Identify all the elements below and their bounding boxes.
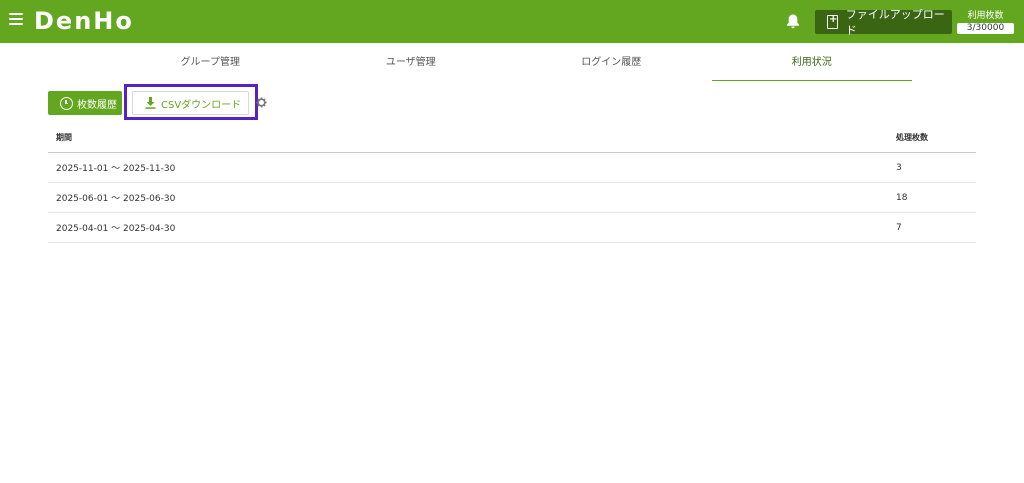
file-upload-icon xyxy=(827,14,838,29)
usage-history-button[interactable]: 枚数履歴 xyxy=(48,91,122,115)
usage-label: 利用枚数 xyxy=(967,11,1004,21)
cell-period: 2025-04-01 〜 2025-04-30 xyxy=(56,224,176,234)
download-icon xyxy=(145,97,156,109)
file-upload-label: ファイルアップロード xyxy=(845,8,945,37)
table-row: 2025-11-01 〜 2025-11-30 3 xyxy=(48,153,976,183)
app-header: DenHo ファイルアップロード 利用枚数 3/30000 xyxy=(0,0,1024,43)
table-row: 2025-06-01 〜 2025-06-30 18 xyxy=(48,183,976,213)
table-row: 2025-04-01 〜 2025-04-30 7 xyxy=(48,213,976,243)
app-logo[interactable]: DenHo xyxy=(34,6,134,36)
gear-icon[interactable] xyxy=(256,97,267,108)
usage-indicator: 利用枚数 3/30000 xyxy=(957,10,1014,34)
tab-user-management[interactable]: ユーザ管理 xyxy=(311,53,512,81)
header-count: 処理枚数 xyxy=(896,132,928,142)
history-icon xyxy=(60,96,73,110)
cell-period: 2025-11-01 〜 2025-11-30 xyxy=(56,164,176,174)
tab-bar: グループ管理 ユーザ管理 ログイン履歴 利用状況 xyxy=(110,53,912,81)
cell-count: 18 xyxy=(896,192,908,203)
header-period: 期間 xyxy=(56,132,72,142)
usage-history-label: 枚数履歴 xyxy=(77,99,117,111)
csv-download-button[interactable]: CSVダウンロード xyxy=(132,91,249,115)
cell-count: 7 xyxy=(896,222,902,233)
csv-download-label: CSVダウンロード xyxy=(161,99,242,111)
tab-login-history[interactable]: ログイン履歴 xyxy=(511,53,712,81)
file-upload-button[interactable]: ファイルアップロード xyxy=(815,8,952,37)
usage-count: 3/30000 xyxy=(957,23,1014,34)
table-header: 期間 処理枚数 xyxy=(48,122,976,153)
bell-icon[interactable] xyxy=(785,13,801,30)
usage-table: 期間 処理枚数 2025-11-01 〜 2025-11-30 3 2025-0… xyxy=(48,122,976,243)
menu-icon[interactable] xyxy=(9,13,23,27)
tab-group-management[interactable]: グループ管理 xyxy=(110,53,311,81)
cell-count: 3 xyxy=(896,162,902,173)
tab-usage-status[interactable]: 利用状況 xyxy=(711,53,913,81)
cell-period: 2025-06-01 〜 2025-06-30 xyxy=(56,194,176,204)
